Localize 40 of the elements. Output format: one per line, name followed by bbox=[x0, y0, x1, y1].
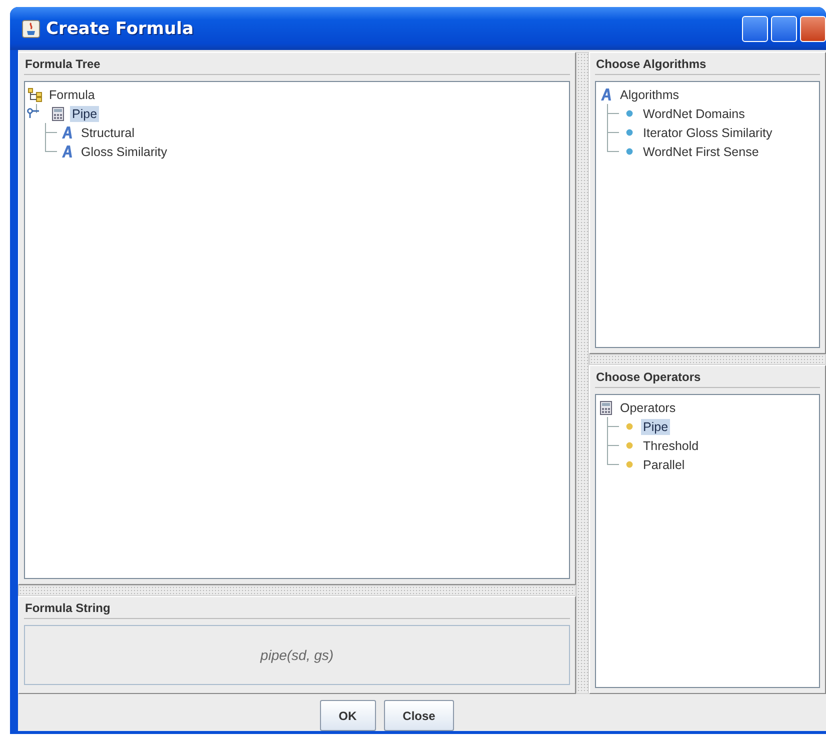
tree-item[interactable]: Algorithms bbox=[618, 86, 682, 102]
tree-item[interactable]: Operators bbox=[618, 400, 678, 416]
window-title: Create Formula bbox=[46, 18, 194, 38]
letter-a-icon bbox=[600, 88, 612, 101]
panel-title: Formula String bbox=[24, 597, 570, 619]
tree-item[interactable]: Threshold bbox=[641, 438, 701, 454]
app-icon bbox=[22, 20, 40, 38]
bullet-icon bbox=[626, 129, 632, 136]
panel-title: Choose Algorithms bbox=[595, 53, 820, 75]
maximize-button[interactable] bbox=[771, 16, 797, 42]
tree-item[interactable]: WordNet Domains bbox=[641, 106, 747, 122]
splitter-handle[interactable] bbox=[18, 585, 576, 596]
tree-item[interactable]: Structural bbox=[79, 124, 136, 140]
letter-a-icon bbox=[60, 126, 74, 139]
close-button[interactable] bbox=[800, 16, 826, 42]
ok-button[interactable]: OK bbox=[320, 700, 376, 731]
splitter-handle[interactable] bbox=[576, 52, 589, 694]
panel-title: Formula Tree bbox=[24, 53, 570, 75]
bullet-icon bbox=[626, 148, 632, 155]
close-button[interactable]: Close bbox=[384, 700, 454, 731]
calculator-icon bbox=[600, 400, 612, 414]
tree-item[interactable]: Pipe bbox=[70, 106, 100, 122]
bullet-icon bbox=[626, 423, 632, 430]
calculator-icon bbox=[52, 106, 64, 120]
tree-item[interactable]: Formula bbox=[47, 86, 97, 102]
tree-item[interactable]: Iterator Gloss Similarity bbox=[641, 124, 774, 140]
bullet-icon bbox=[626, 461, 632, 468]
tree-item[interactable]: Gloss Similarity bbox=[79, 144, 170, 160]
tree-item[interactable]: Pipe bbox=[641, 418, 670, 434]
splitter-handle[interactable] bbox=[589, 354, 826, 365]
expand-handle[interactable] bbox=[27, 108, 39, 118]
letter-a-icon bbox=[60, 145, 74, 158]
minimize-button[interactable] bbox=[742, 16, 768, 42]
tree-item[interactable]: WordNet First Sense bbox=[641, 144, 761, 160]
formula-string-field: pipe(sd, gs) bbox=[24, 625, 570, 685]
tree-item[interactable]: Parallel bbox=[641, 456, 687, 472]
bullet-icon bbox=[626, 110, 632, 117]
panel-title: Choose Operators bbox=[595, 366, 820, 388]
tree-nodes-icon bbox=[28, 88, 42, 102]
bullet-icon bbox=[626, 442, 632, 449]
